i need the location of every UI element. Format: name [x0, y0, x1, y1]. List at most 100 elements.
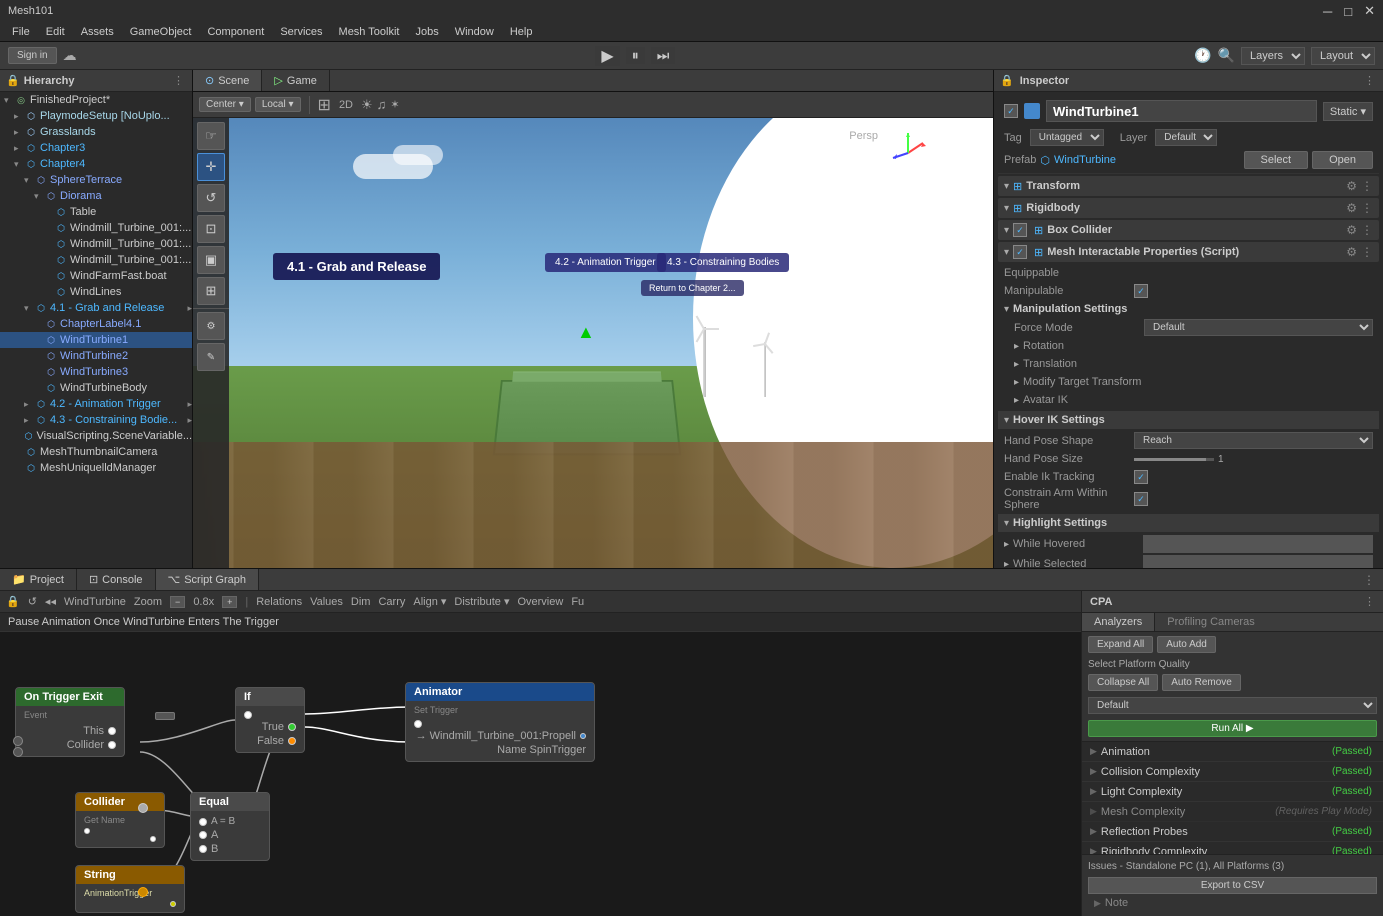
inspector-menu-btn[interactable]: ⋮	[1362, 74, 1377, 87]
center-dropdown[interactable]: Center ▾	[199, 97, 251, 112]
hierarchy-item-playmodesetup[interactable]: ▸ ⬡ PlaymodeSetup [NoUplo...	[0, 108, 192, 124]
quality-select[interactable]: Default	[1088, 697, 1377, 714]
node-animator[interactable]: Animator Set Trigger → Windmill_Turbine_…	[405, 682, 595, 762]
step-button[interactable]: ⏭	[651, 47, 676, 64]
constrain-sphere-checkbox[interactable]: ✓	[1134, 492, 1148, 506]
hierarchy-item-windturbine1[interactable]: ⬡ WindTurbine1	[0, 332, 192, 348]
menu-file[interactable]: File	[4, 24, 38, 40]
select-prefab-btn[interactable]: Select	[1244, 151, 1309, 169]
graph-align-btn[interactable]: Align ▾	[413, 595, 446, 608]
graph-values-btn[interactable]: Values	[310, 596, 343, 608]
collapse-all-btn[interactable]: Collapse All	[1088, 674, 1158, 691]
menu-window[interactable]: Window	[447, 24, 502, 40]
graph-zoom-in[interactable]: +	[222, 596, 237, 608]
force-mode-select[interactable]: Default	[1144, 319, 1373, 336]
history-icon[interactable]: 🕐	[1194, 47, 1211, 64]
static-button[interactable]: Static ▾	[1323, 102, 1373, 121]
component-rigidbody[interactable]: ▾ ⊞ Rigidbody ⚙ ⋮	[998, 198, 1379, 218]
manipulable-checkbox[interactable]: ✓	[1134, 284, 1148, 298]
hierarchy-item-sphereterrace[interactable]: ▾ ⬡ SphereTerrace	[0, 172, 192, 188]
layers-dropdown[interactable]: Layers	[1241, 47, 1305, 65]
node-string[interactable]: String AnimationTrigger	[75, 865, 185, 913]
hierarchy-item-windfarm[interactable]: ⬡ WindFarmFast.boat	[0, 268, 192, 284]
hierarchy-item-windturbinebody[interactable]: ⬡ WindTurbineBody	[0, 380, 192, 396]
run-all-btn[interactable]: Run All ▶	[1088, 720, 1377, 737]
node-equal[interactable]: Equal A = B A B	[190, 792, 270, 861]
cpa-tab-profiling[interactable]: Profiling Cameras	[1155, 613, 1266, 631]
menu-edit[interactable]: Edit	[38, 24, 73, 40]
boxcollider-enable-checkbox[interactable]: ✓	[1013, 223, 1027, 237]
hierarchy-item-chapter3[interactable]: ▸ ⬡ Chapter3	[0, 140, 192, 156]
node-if[interactable]: If True False	[235, 687, 305, 753]
move-tool-btn[interactable]: ✛	[197, 153, 225, 181]
hand-pose-shape-select[interactable]: Reach	[1134, 432, 1373, 449]
sign-in-button[interactable]: Sign in	[8, 47, 57, 64]
menu-jobs[interactable]: Jobs	[407, 24, 446, 40]
hierarchy-menu-btn[interactable]: ⋮	[171, 74, 186, 87]
tab-script-graph[interactable]: ⌥ Script Graph	[156, 569, 259, 590]
pause-button[interactable]: ⏸	[626, 47, 645, 64]
search-icon[interactable]: 🔍	[1218, 47, 1235, 64]
cpa-item-reflection[interactable]: ▶ Reflection Probes (Passed)	[1082, 822, 1383, 842]
cpa-item-collision[interactable]: ▶ Collision Complexity (Passed)	[1082, 762, 1383, 782]
menu-help[interactable]: Help	[502, 24, 541, 40]
hierarchy-item-meshthumbnail[interactable]: ⬡ MeshThumbnailCamera	[0, 444, 192, 460]
mesh-interactable-enable-checkbox[interactable]: ✓	[1013, 245, 1027, 259]
scene-viewport[interactable]: ▲ ▲ ▶ 4.1 - Grab and Release 4.2 - Anima…	[193, 118, 993, 568]
cpa-menu-btn[interactable]: ⋮	[1364, 595, 1375, 608]
audio-btn[interactable]: ♫	[377, 97, 387, 112]
auto-remove-btn[interactable]: Auto Remove	[1162, 674, 1241, 691]
maximize-btn[interactable]: □	[1344, 4, 1352, 19]
edit-tool-btn[interactable]: ✎	[197, 343, 225, 371]
menu-assets[interactable]: Assets	[73, 24, 122, 40]
grid-btn[interactable]: ⊞	[318, 95, 331, 115]
scale-tool-btn[interactable]: ⊡	[197, 215, 225, 243]
object-enable-checkbox[interactable]: ✓	[1004, 104, 1018, 118]
graph-overview-btn[interactable]: Overview	[517, 596, 563, 608]
hierarchy-item-table[interactable]: ⬡ Table	[0, 204, 192, 220]
hierarchy-item-windlines[interactable]: ⬡ WindLines	[0, 284, 192, 300]
component-boxcollider[interactable]: ▾ ✓ ⊞ Box Collider ⚙ ⋮	[998, 220, 1379, 240]
tab-scene[interactable]: ⊙ Scene	[193, 70, 262, 91]
cpa-item-rigidbody[interactable]: ▶ Rigidbody Complexity (Passed)	[1082, 842, 1383, 854]
expand-all-btn[interactable]: Expand All	[1088, 636, 1153, 653]
menu-gameobject[interactable]: GameObject	[122, 24, 200, 40]
auto-add-btn[interactable]: Auto Add	[1157, 636, 1216, 653]
node-on-trigger-exit[interactable]: On Trigger Exit Event This Collider	[15, 687, 125, 757]
hierarchy-item-windmill1[interactable]: ⬡ Windmill_Turbine_001:...	[0, 220, 192, 236]
local-dropdown[interactable]: Local ▾	[255, 97, 301, 112]
component-mesh-interactable[interactable]: ▾ ✓ ⊞ Mesh Interactable Properties (Scri…	[998, 242, 1379, 262]
hierarchy-item-finishedproject[interactable]: ▾ ◎ FinishedProject*	[0, 92, 192, 108]
hierarchy-item-windmill3[interactable]: ⬡ Windmill_Turbine_001:...	[0, 252, 192, 268]
hierarchy-item-diorama[interactable]: ▾ ⬡ Diorama	[0, 188, 192, 204]
tag-select[interactable]: Untagged	[1030, 129, 1104, 146]
hierarchy-item-41[interactable]: ▾ ⬡ 4.1 - Grab and Release ▸	[0, 300, 192, 316]
close-btn[interactable]: ✕	[1364, 3, 1375, 19]
play-button[interactable]: ▶	[595, 46, 619, 66]
hand-pose-size-slider[interactable]: 1	[1134, 454, 1373, 465]
open-prefab-btn[interactable]: Open	[1312, 151, 1373, 169]
hierarchy-item-meshuniquemanager[interactable]: ⬡ MeshUniquelldManager	[0, 460, 192, 476]
cpa-item-animation[interactable]: ▶ Animation (Passed)	[1082, 742, 1383, 762]
hierarchy-item-visualscripting[interactable]: ⬡ VisualScripting.SceneVariable...	[0, 428, 192, 444]
fx-btn[interactable]: ✶	[390, 98, 399, 111]
component-transform[interactable]: ▾ ⊞ Transform ⚙ ⋮	[998, 176, 1379, 196]
node-collider-getname[interactable]: Collider Get Name	[75, 792, 165, 848]
layer-select[interactable]: Default	[1155, 129, 1217, 146]
menu-component[interactable]: Component	[199, 24, 272, 40]
bottom-panel-menu-btn[interactable]: ⋮	[1355, 573, 1383, 587]
hierarchy-item-chapter4[interactable]: ▾ ⬡ Chapter4	[0, 156, 192, 172]
minimize-btn[interactable]: ─	[1323, 4, 1332, 19]
object-name-input[interactable]	[1046, 100, 1317, 122]
hierarchy-item-windturbine3[interactable]: ⬡ WindTurbine3	[0, 364, 192, 380]
hierarchy-item-42[interactable]: ▸ ⬡ 4.2 - Animation Trigger ▸	[0, 396, 192, 412]
hierarchy-item-windturbine2[interactable]: ⬡ WindTurbine2	[0, 348, 192, 364]
rect-tool-btn[interactable]: ▣	[197, 246, 225, 274]
enable-ik-tracking-checkbox[interactable]: ✓	[1134, 470, 1148, 484]
2d-btn[interactable]: 2D	[335, 99, 357, 111]
graph-carry-btn[interactable]: Carry	[378, 596, 405, 608]
graph-zoom-out[interactable]: −	[170, 596, 185, 608]
rotate-tool-btn[interactable]: ↺	[197, 184, 225, 212]
layout-dropdown[interactable]: Layout	[1311, 47, 1375, 65]
menu-services[interactable]: Services	[272, 24, 330, 40]
